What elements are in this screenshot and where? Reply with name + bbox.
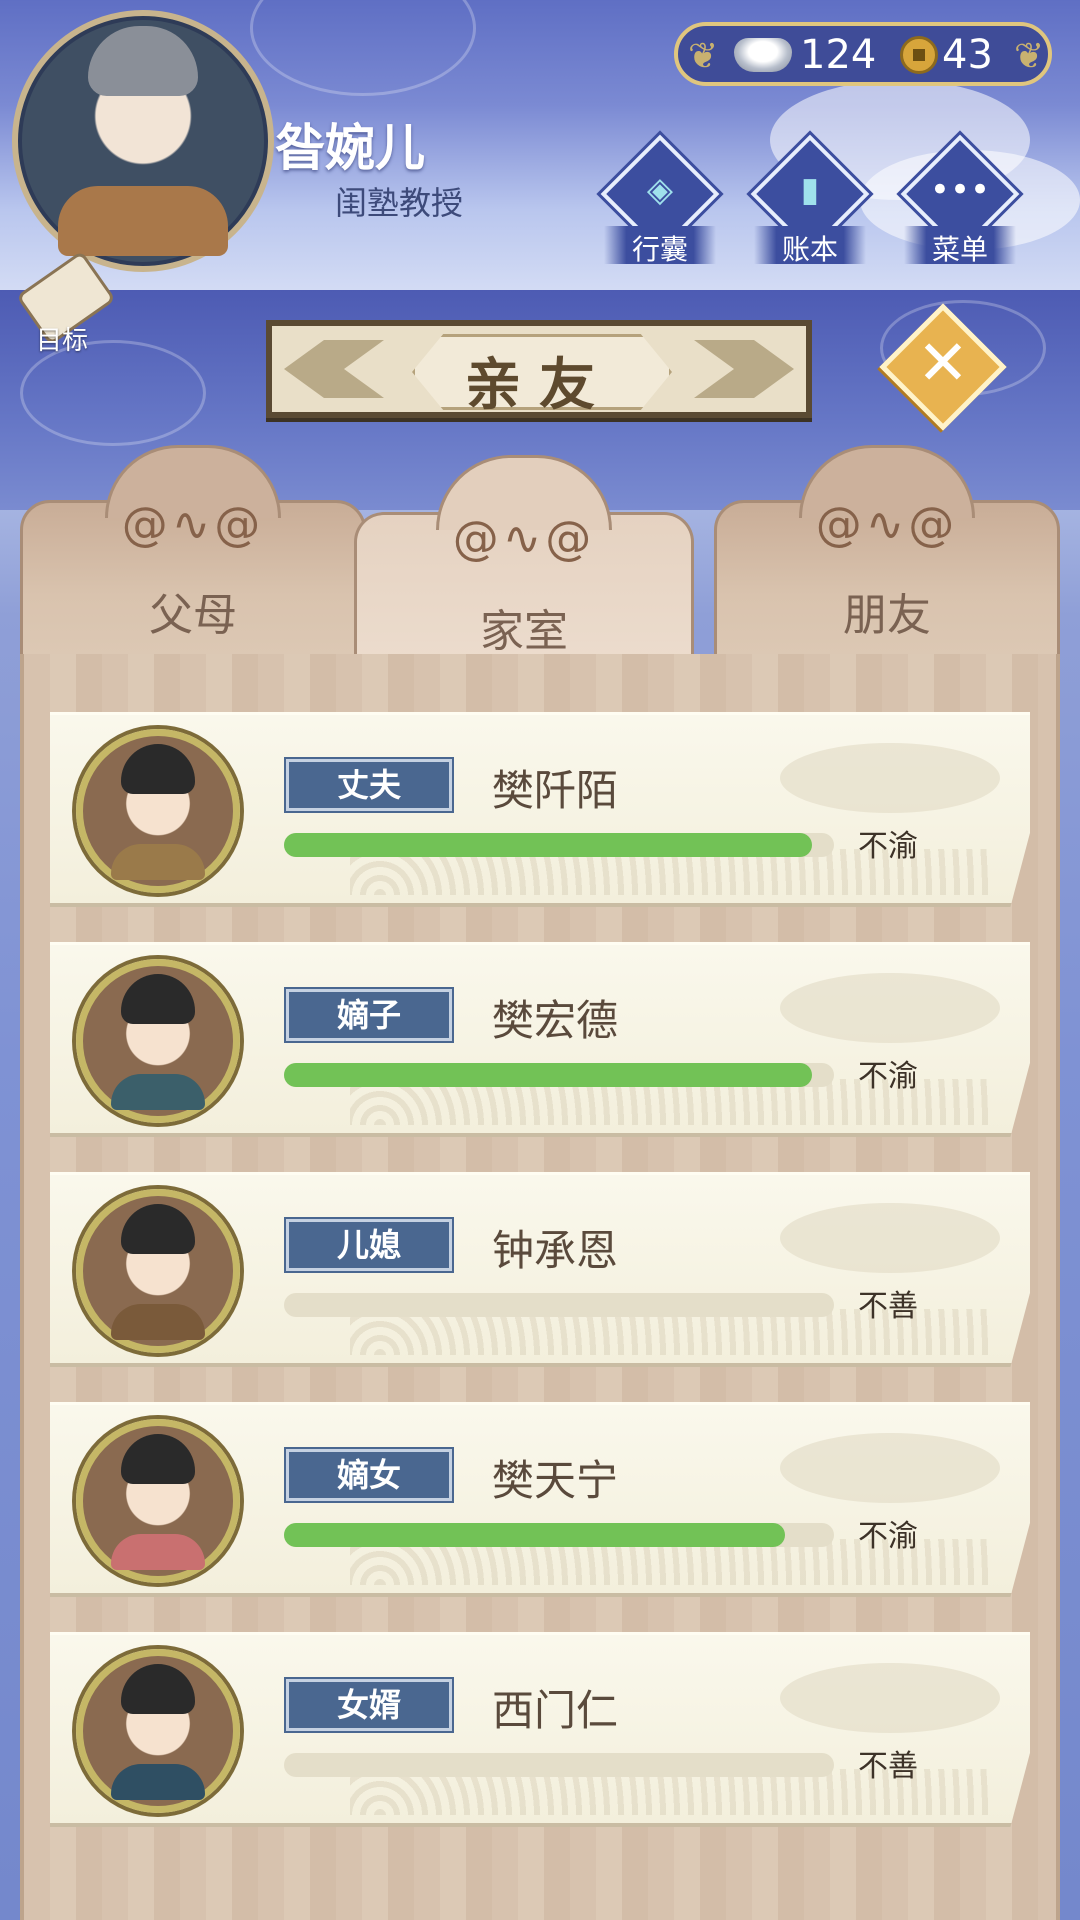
currency-bar: ❦ 124 43 ❦ (674, 22, 1052, 86)
avatar-hair (88, 26, 198, 96)
affinity-bar (284, 1293, 834, 1317)
relative-name: 钟承恩 (492, 1226, 619, 1275)
affinity-bar (284, 1523, 834, 1547)
tab-friends[interactable]: @∿@ 朋友 (714, 445, 1060, 660)
player-title: 闺塾教授 (335, 184, 464, 222)
relative-card[interactable]: 女婿 西门仁 不善 (50, 1632, 1030, 1827)
relative-card[interactable]: 丈夫 樊阡陌 不渝 (50, 712, 1030, 907)
relation-tag: 女婿 (286, 1679, 452, 1731)
portrait-hair (121, 974, 195, 1024)
goal-label: 目标 (36, 326, 89, 356)
mood-status: 不善 (858, 1289, 918, 1324)
mood-status: 不渝 (858, 829, 918, 864)
relative-card[interactable]: 嫡女 樊天宁 不渝 (50, 1402, 1030, 1597)
tab-parents[interactable]: @∿@ 父母 (20, 445, 366, 660)
ledger-button[interactable]: ▮ 账本 (750, 134, 870, 267)
portrait-robe (111, 1304, 205, 1340)
mood-status: 不渝 (858, 1519, 918, 1554)
silver-amount: 124 (800, 32, 877, 78)
relative-portrait (76, 729, 240, 893)
portrait-robe (111, 1764, 205, 1800)
copper-coin-icon (900, 36, 938, 74)
card-decoration (780, 743, 1000, 813)
tab-label: 朋友 (843, 590, 931, 641)
bag-label: 行囊 (631, 233, 688, 266)
relation-tag: 嫡女 (286, 1449, 452, 1501)
affinity-bar (284, 833, 834, 857)
portrait-robe (111, 844, 205, 880)
bag-button[interactable]: ◈ 行囊 (600, 134, 720, 267)
relative-name: 樊宏德 (492, 996, 619, 1045)
ledger-label: 账本 (781, 233, 838, 266)
card-decoration (780, 1433, 1000, 1503)
relative-name: 西门仁 (492, 1686, 619, 1735)
portrait-robe (111, 1534, 205, 1570)
menu-button[interactable]: ••• 菜单 (900, 134, 1020, 267)
tab-label: 家室 (480, 606, 568, 657)
portrait-hair (121, 744, 195, 794)
tab-household[interactable]: @∿@ 家室 (354, 455, 694, 662)
portrait-robe (111, 1074, 205, 1110)
relative-portrait (76, 1649, 240, 1813)
relation-tag: 丈夫 (286, 759, 452, 811)
player-name: 昝婉儿 (275, 119, 425, 177)
affinity-bar (284, 1063, 834, 1087)
affinity-bar (284, 1753, 834, 1777)
more-icon: ••• (929, 170, 991, 210)
avatar-robe (58, 186, 228, 256)
bamboo-icon: ❦ (1014, 36, 1045, 77)
portrait-hair (121, 1664, 195, 1714)
mood-status: 不善 (858, 1749, 918, 1784)
dialog-title-banner: 亲友 (266, 320, 812, 418)
card-decoration (780, 973, 1000, 1043)
swirl-ornament: @∿@ (121, 497, 265, 551)
relative-portrait (76, 1419, 240, 1583)
silver-ingot-icon (734, 38, 792, 72)
close-icon[interactable]: ✕ (898, 318, 988, 408)
dialog-title: 亲友 (465, 353, 613, 418)
portrait-hair (121, 1204, 195, 1254)
tab-label: 父母 (149, 590, 237, 641)
relative-portrait (76, 959, 240, 1123)
affinity-fill (284, 1063, 812, 1087)
ledger-icon: ▮ (800, 170, 820, 210)
relative-card[interactable]: 嫡子 樊宏德 不渝 (50, 942, 1030, 1137)
portrait-hair (121, 1434, 195, 1484)
mood-status: 不渝 (858, 1059, 918, 1094)
relative-card[interactable]: 儿媳 钟承恩 不善 (50, 1172, 1030, 1367)
affinity-fill (284, 1523, 785, 1547)
goal-button[interactable]: 目标 (14, 250, 116, 358)
game-screen: 昝婉儿 闺塾教授 目标 ❦ 124 43 ❦ ◈ 行囊 ▮ 账本 ••• 菜单 … (0, 0, 1080, 1920)
player-avatar[interactable] (12, 10, 274, 272)
card-decoration (780, 1663, 1000, 1733)
relative-name: 樊天宁 (492, 1456, 619, 1505)
menu-label: 菜单 (931, 233, 988, 266)
affinity-fill (284, 833, 812, 857)
relative-portrait (76, 1189, 240, 1353)
coin-amount: 43 (942, 32, 993, 78)
swirl-ornament: @∿@ (815, 497, 959, 551)
relation-tag: 儿媳 (286, 1219, 452, 1271)
relation-tag: 嫡子 (286, 989, 452, 1041)
swirl-ornament: @∿@ (452, 511, 596, 565)
card-decoration (780, 1203, 1000, 1273)
bamboo-icon: ❦ (688, 36, 719, 77)
bag-icon: ◈ (646, 170, 674, 210)
relative-name: 樊阡陌 (492, 766, 619, 815)
